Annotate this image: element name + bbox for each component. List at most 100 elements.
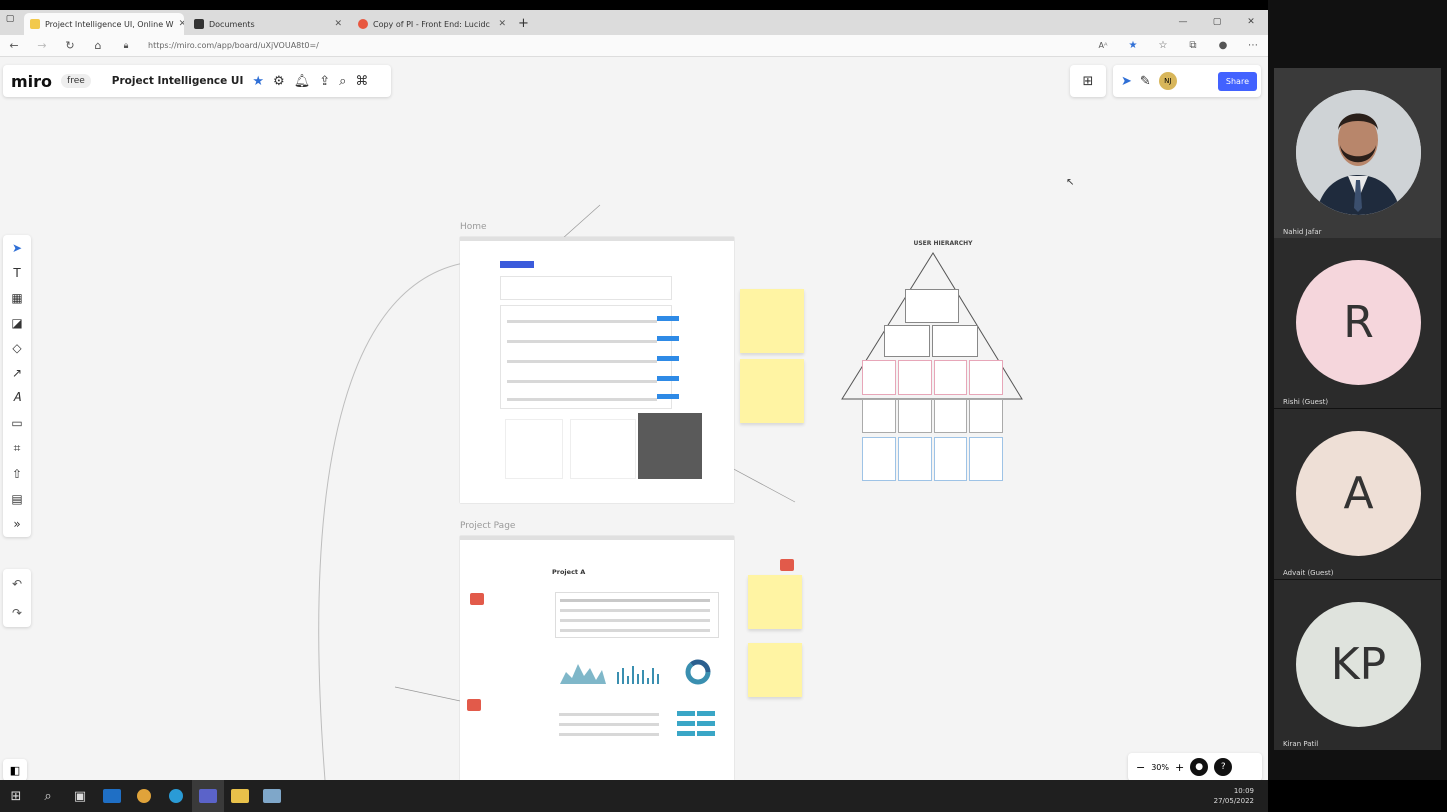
new-tab-button[interactable]: + — [518, 16, 529, 31]
status-badge — [677, 711, 695, 716]
address-bar: ← → ↻ ⌂ 🔒︎ https://miro.com/app/board/uX… — [0, 35, 1268, 57]
favorite-star-icon[interactable]: ★ — [1118, 40, 1148, 51]
comment-icon[interactable] — [470, 593, 484, 605]
tab-bar: ▢ Project Intelligence UI, Online W ✕ Do… — [0, 10, 1268, 35]
miro-favicon-icon — [30, 19, 40, 29]
hierarchy-box[interactable] — [933, 360, 968, 395]
back-icon[interactable]: ← — [0, 39, 28, 52]
stats-row — [500, 276, 672, 300]
mouse-cursor-icon: ↖ — [1066, 177, 1075, 188]
hierarchy-box[interactable] — [897, 399, 932, 433]
hierarchy-box[interactable] — [933, 399, 968, 433]
status-badge — [657, 394, 679, 399]
close-tab-icon[interactable]: ✕ — [334, 19, 342, 29]
tab-actions-icon[interactable]: ▢ — [0, 10, 20, 35]
teams-icon[interactable] — [192, 780, 224, 812]
tab-title: Copy of PI - Front End: Lucidc — [373, 19, 490, 29]
sticky-note[interactable] — [748, 643, 802, 697]
hierarchy-box[interactable] — [897, 437, 932, 481]
participant-tile[interactable]: R Rishi (Guest) — [1274, 238, 1441, 408]
comment-icon[interactable] — [780, 559, 794, 571]
zoom-level[interactable]: 30% — [1151, 763, 1169, 772]
task-view-icon[interactable]: ▣ — [64, 780, 96, 812]
tab-title: Documents — [209, 19, 255, 29]
profile-icon[interactable]: ● — [1208, 40, 1238, 51]
miro-board-canvas[interactable]: miro free Project Intelligence UI ★ ⚙ 🔔︎… — [0, 57, 1268, 780]
hierarchy-box[interactable] — [932, 325, 978, 357]
hierarchy-box[interactable] — [862, 360, 896, 395]
zoom-out-button[interactable]: − — [1136, 761, 1145, 774]
comment-icon[interactable] — [467, 699, 481, 711]
hierarchy-title: USER HIERARCHY — [913, 239, 973, 247]
table-row — [560, 629, 710, 632]
clock[interactable]: 10:09 27/05/2022 — [1214, 786, 1254, 806]
outlook-icon[interactable] — [96, 780, 128, 812]
home-header-button — [500, 261, 534, 268]
taskbar: ⊞ ⌕ ▣ 10:09 27/05/2022 — [0, 780, 1268, 812]
home-icon[interactable]: ⌂ — [84, 39, 112, 52]
hierarchy-row-blue — [862, 437, 1003, 481]
hierarchy-box[interactable] — [933, 437, 968, 481]
table-row — [507, 380, 657, 383]
sticky-note[interactable] — [740, 289, 804, 353]
participant-tile[interactable]: A Advait (Guest) — [1274, 409, 1441, 579]
extensions-icon[interactable]: ⧉ — [1178, 40, 1208, 51]
browser-tab[interactable]: Documents ✕ — [188, 13, 348, 35]
participant-tile[interactable]: KP Kiran Patil — [1274, 580, 1441, 750]
hierarchy-box[interactable] — [969, 399, 1003, 433]
hierarchy-box[interactable] — [897, 360, 932, 395]
table-row — [559, 713, 659, 716]
help-button[interactable]: ? — [1214, 758, 1233, 776]
browser-tab[interactable]: Project Intelligence UI, Online W ✕ — [24, 13, 184, 35]
participant-avatar: A — [1296, 431, 1421, 556]
hierarchy-box[interactable] — [862, 399, 896, 433]
status-badge — [657, 376, 679, 381]
chrome-icon[interactable] — [128, 780, 160, 812]
frame-title-home[interactable]: Home — [460, 222, 487, 232]
participant-name: Kiran Patil — [1283, 740, 1319, 748]
close-tab-icon[interactable]: ✕ — [498, 19, 506, 29]
hierarchy-box-top[interactable] — [905, 289, 959, 323]
minimize-icon[interactable]: — — [1166, 10, 1200, 35]
status-badge — [697, 711, 715, 716]
table-row — [559, 723, 659, 726]
hierarchy-box[interactable] — [884, 325, 930, 357]
table-row — [507, 320, 657, 323]
list-panel — [505, 419, 563, 479]
participant-name: Rishi (Guest) — [1283, 398, 1329, 406]
reload-icon[interactable]: ↻ — [56, 39, 84, 52]
edge-icon[interactable] — [160, 780, 192, 812]
close-window-icon[interactable]: ✕ — [1234, 10, 1268, 35]
read-aloud-icon[interactable]: Aᴬ — [1088, 41, 1118, 50]
hierarchy-box[interactable] — [862, 437, 896, 481]
participant-tile[interactable]: Nahid Jafar — [1274, 68, 1441, 238]
sticky-note[interactable] — [740, 359, 804, 423]
zoom-in-button[interactable]: + — [1175, 761, 1184, 774]
calendar-widget — [638, 413, 702, 479]
file-explorer-icon[interactable] — [224, 780, 256, 812]
app-icon[interactable] — [256, 780, 288, 812]
participant-name: Advait (Guest) — [1283, 569, 1334, 577]
reactions-icon[interactable]: ● — [1190, 758, 1209, 776]
search-icon[interactable]: ⌕ — [32, 780, 64, 812]
project-page-frame[interactable]: Project A — [460, 536, 734, 780]
frame-title-project-page[interactable]: Project Page — [460, 521, 515, 531]
url-field[interactable]: https://miro.com/app/board/uXjVOUA8t0=/ — [148, 38, 1088, 54]
project-charts — [560, 659, 711, 685]
windows-start-icon[interactable]: ⊞ — [0, 780, 32, 812]
clock-time: 10:09 — [1233, 787, 1254, 795]
maximize-icon[interactable]: ▢ — [1200, 10, 1234, 35]
status-badge — [677, 721, 695, 726]
more-menu-icon[interactable]: ⋯ — [1238, 40, 1268, 51]
sticky-note[interactable] — [748, 575, 802, 629]
documents-favicon-icon — [194, 19, 204, 29]
hierarchy-box[interactable] — [969, 437, 1003, 481]
browser-tab[interactable]: Copy of PI - Front End: Lucidc ✕ — [352, 13, 512, 35]
table-row — [507, 398, 657, 401]
forward-icon[interactable]: → — [28, 39, 56, 52]
person-icon — [1296, 90, 1421, 215]
collections-icon[interactable]: ☆ — [1148, 40, 1178, 51]
project-heading: Project A — [552, 568, 586, 576]
hierarchy-box[interactable] — [969, 360, 1003, 395]
close-tab-icon[interactable]: ✕ — [179, 19, 184, 29]
